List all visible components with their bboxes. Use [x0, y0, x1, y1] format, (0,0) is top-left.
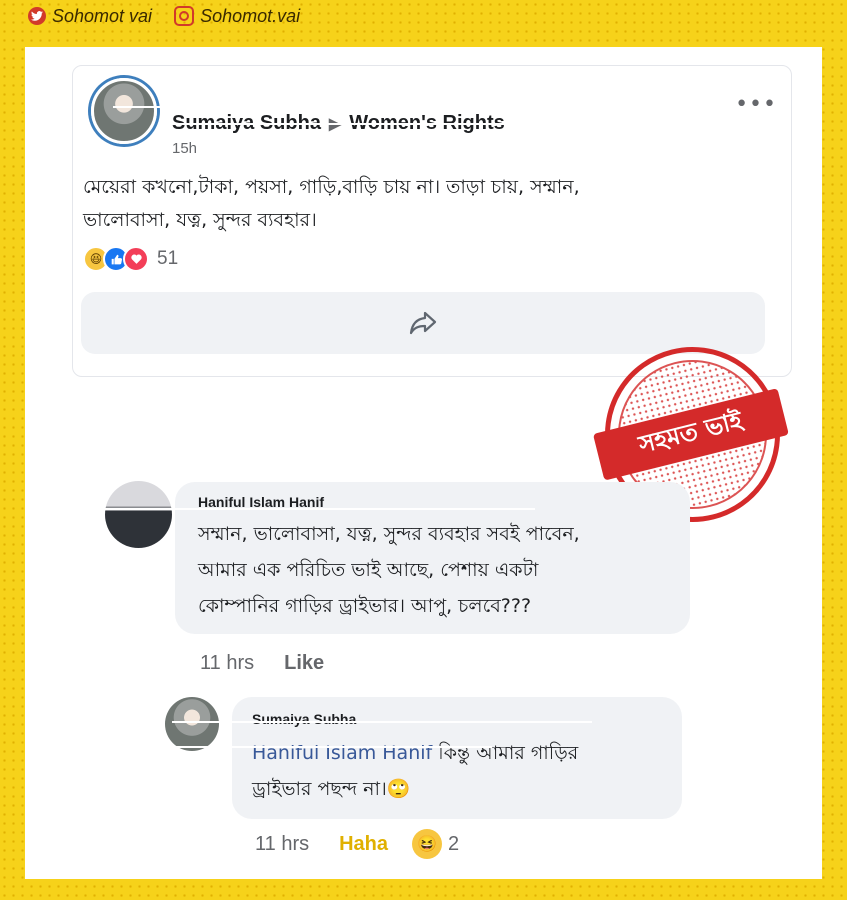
post-timestamp[interactable]: 15h — [172, 140, 197, 157]
comment-text-line: আমার এক পরিচিত ভাই আছে, পেশায় একটা — [198, 559, 539, 581]
watermark-bar: Sohomot vai Sohomot.vai — [28, 5, 300, 27]
reply-text-line: Haniful Islam Hanif কিন্তু আমার গাড়ির — [252, 735, 578, 771]
reply-meta: 11 hrs Haha 😆 2 — [255, 829, 459, 859]
love-reaction-icon — [123, 246, 149, 272]
twitter-icon — [28, 7, 46, 25]
share-icon — [409, 311, 437, 335]
reply-author-name[interactable]: Sumaiya Subha — [252, 711, 356, 727]
more-options-icon[interactable]: ••• — [735, 92, 777, 117]
reply-reaction-count: 2 — [448, 832, 460, 855]
screenshot-card: Sumaiya Subha ▶ Women's Rights 15h ••• ম… — [25, 47, 822, 879]
reaction-count: 51 — [157, 248, 179, 269]
reply-text-line: ড্রাইভার পছন্দ না।🙄 — [252, 778, 411, 800]
post-text-line: মেয়েরা কখনো,টাকা, পয়সা, গাড়ি,বাড়ি চা… — [83, 176, 580, 198]
reply-bubble: Sumaiya Subha Haniful Islam Hanif কিন্তু… — [72, 697, 682, 819]
redaction-line — [172, 721, 592, 723]
comment-text-line: কোম্পানির গাড়ির ড্রাইভার। আপু, চলবে??? — [198, 595, 532, 617]
redaction-line — [105, 508, 535, 510]
stamp-text: সহমত ভাই — [592, 388, 789, 481]
redaction-line — [113, 106, 183, 108]
reply-author-avatar[interactable] — [165, 697, 219, 751]
reply-timestamp[interactable]: 11 hrs — [255, 833, 309, 856]
reaction-summary[interactable]: 😆 51 — [83, 246, 178, 272]
share-button[interactable] — [81, 292, 765, 354]
post-author-avatar[interactable] — [91, 78, 157, 144]
comment-meta: 11 hrs Like — [200, 652, 324, 675]
comment-bubble: Haniful Islam Hanif সম্মান, ভালোবাসা, যত… — [105, 482, 690, 634]
haha-reaction-icon: 😆 — [412, 829, 443, 859]
comment-like-button[interactable]: Like — [284, 652, 324, 675]
redaction-line — [72, 746, 492, 748]
facebook-post: Sumaiya Subha ▶ Women's Rights 15h ••• ম… — [72, 65, 792, 377]
instagram-icon — [174, 6, 195, 26]
comment-text: সম্মান, ভালোবাসা, যত্ন, সুন্দর ব্যবহার স… — [198, 516, 580, 624]
comment-text-line: সম্মান, ভালোবাসা, যত্ন, সুন্দর ব্যবহার স… — [198, 523, 580, 545]
post-text-line: ভালোবাসা, যত্ন, সুন্দর ব্যবহার। — [83, 209, 317, 231]
post-body: মেয়েরা কখনো,টাকা, পয়সা, গাড়ি,বাড়ি চা… — [83, 171, 763, 237]
comment-timestamp[interactable]: 11 hrs — [200, 652, 254, 675]
reply-haha-button[interactable]: Haha — [339, 833, 388, 856]
commenter-avatar[interactable] — [105, 481, 172, 548]
instagram-handle: Sohomot.vai — [200, 5, 301, 26]
twitter-handle: Sohomot vai — [52, 5, 153, 26]
redaction-line — [165, 123, 585, 125]
